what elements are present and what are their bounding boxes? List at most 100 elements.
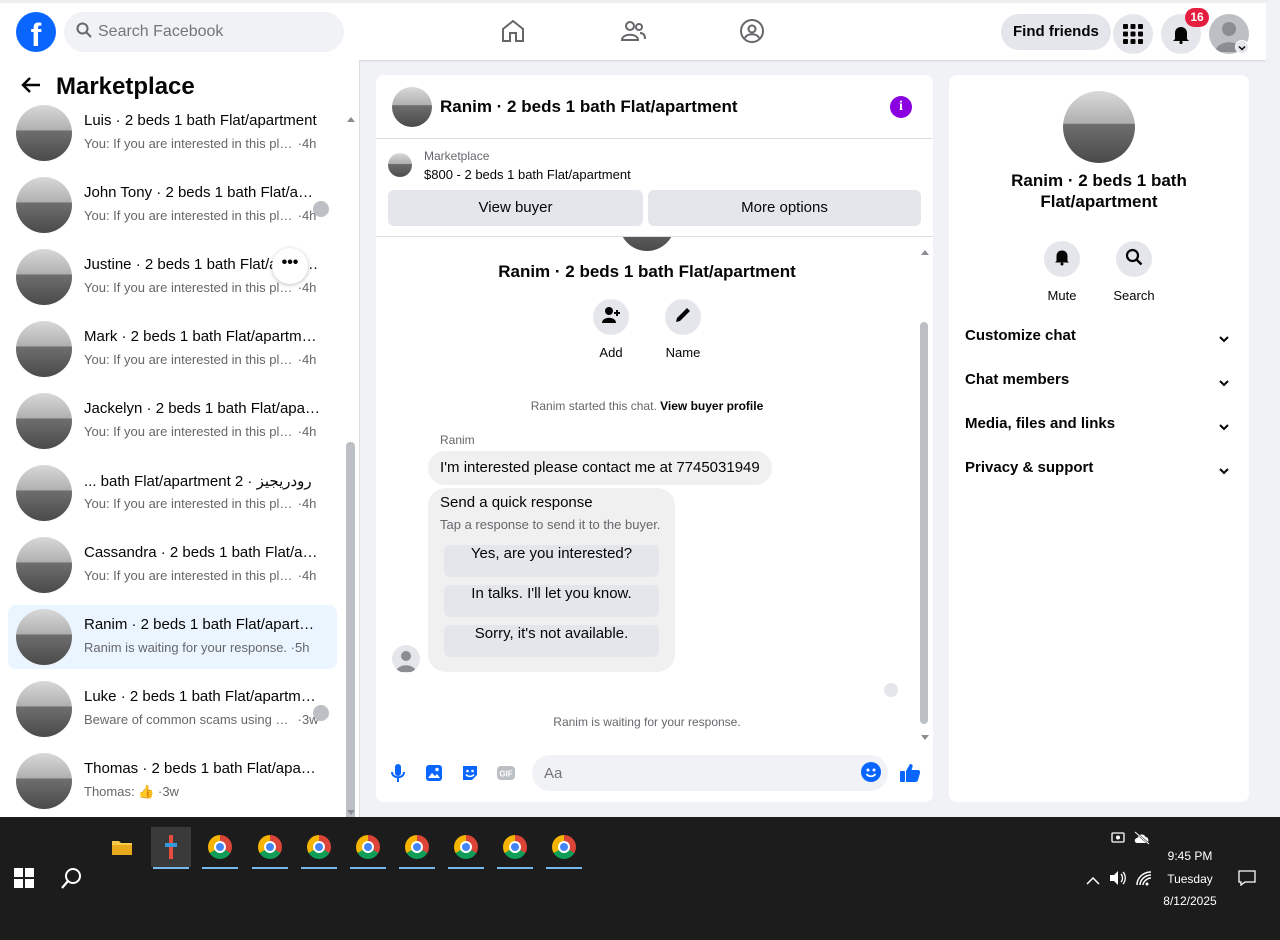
media-files-links-section[interactable]: Media, files and links (965, 409, 1233, 439)
sidebar-scrollbar[interactable] (346, 442, 355, 860)
listing-photo[interactable] (392, 87, 432, 127)
marketplace-label: Marketplace (424, 149, 490, 163)
chevron-down-icon[interactable] (1235, 40, 1249, 54)
separator: · (154, 784, 163, 799)
search-icon (1125, 248, 1143, 271)
sticker-icon[interactable] (459, 762, 481, 784)
file-explorer-icon[interactable] (102, 827, 142, 867)
privacy-support-section[interactable]: Privacy & support (965, 453, 1233, 483)
customize-chat-section[interactable]: Customize chat (965, 321, 1233, 351)
conversation-preview: You: If you are interested in this place… (84, 568, 320, 583)
back-arrow-icon[interactable] (20, 74, 42, 101)
name-action[interactable]: Name (653, 299, 713, 360)
clock-day[interactable]: Tuesday (1150, 872, 1230, 886)
scroll-up-arrow-icon[interactable] (920, 243, 930, 261)
view-buyer-button[interactable]: View buyer (388, 190, 643, 226)
conversation-item[interactable]: John Tony · 2 beds 1 bath Flat/apartment… (8, 173, 337, 237)
clock-date[interactable]: 8/12/2025 (1150, 894, 1230, 908)
conversation-item[interactable]: Mark · 2 beds 1 bath Flat/apartment You: … (8, 317, 337, 381)
chrome-icon[interactable] (397, 827, 437, 869)
quick-response-not-available-button[interactable]: Sorry, it's not available. (444, 625, 659, 657)
listing-thumbnail[interactable] (388, 153, 412, 177)
conversation-item[interactable]: ... bath Flat/apartment 2 · رودريجيز You:… (8, 461, 337, 525)
conversation-item[interactable]: Thomas · 2 beds 1 bath Flat/apartment Tho… (8, 749, 337, 813)
conversation-item[interactable]: Luke · 2 beds 1 bath Flat/apartment Bewar… (8, 677, 337, 741)
quick-response-yes-button[interactable]: Yes, are you interested? (444, 545, 659, 577)
add-action[interactable]: Add (581, 299, 641, 360)
conversation-item[interactable]: Cassandra · 2 beds 1 bath Flat/apartment… (8, 533, 337, 597)
chat-scrollbar[interactable] (920, 322, 928, 724)
more-options-icon[interactable]: ••• (272, 248, 308, 284)
search-input[interactable] (98, 23, 318, 41)
chat-title[interactable]: Ranim · 2 beds 1 bath Flat/apartment (440, 97, 738, 117)
incoming-message-bubble[interactable]: I'm interested please contact me at 7745… (428, 451, 772, 485)
chat-started-notice: Ranim started this chat. View buyer prof… (376, 399, 918, 413)
svg-text:GIF: GIF (499, 770, 512, 779)
menu-grid-icon[interactable] (1113, 14, 1153, 54)
conversation-preview: Thomas: 👍 · 3w (84, 784, 320, 800)
participant-avatar (313, 705, 329, 721)
separator: · (287, 640, 295, 655)
chrome-icon[interactable] (446, 827, 486, 869)
cloud-offline-icon[interactable] (1133, 831, 1151, 850)
chrome-icon[interactable] (299, 827, 339, 869)
photo-icon[interactable] (423, 762, 445, 784)
listing-profile-photo[interactable] (1063, 91, 1135, 163)
conversation-preview: You: If you are interested in this place… (84, 136, 320, 151)
facebook-logo[interactable]: f (16, 12, 56, 52)
preview-text: You: If you are interested in this place… (84, 136, 294, 151)
clock-time[interactable]: 9:45 PM (1150, 849, 1230, 863)
mute-action[interactable]: Mute (1032, 241, 1092, 303)
emoji-icon[interactable] (861, 762, 881, 782)
waiting-notice: Ranim is waiting for your response. (553, 715, 741, 729)
scroll-down-arrow-icon[interactable] (920, 729, 930, 743)
chrome-icon[interactable] (495, 827, 535, 869)
groups-icon[interactable] (738, 17, 766, 45)
conversation-item[interactable]: Ranim · 2 beds 1 bath Flat/apartment Rani… (8, 605, 337, 669)
gif-icon[interactable]: GIF (495, 762, 517, 784)
conversation-preview: You: If you are interested in this place… (84, 424, 320, 439)
conversation-item[interactable]: Jackelyn · 2 beds 1 bath Flat/apartment Y… (8, 389, 337, 453)
listing-thumbnail (16, 177, 72, 233)
listing-thumbnail (16, 609, 72, 665)
home-icon[interactable] (499, 17, 527, 45)
chrome-icon[interactable] (348, 827, 388, 869)
friends-icon[interactable] (619, 17, 647, 45)
more-options-button[interactable]: More options (648, 190, 921, 226)
chevron-up-icon[interactable] (1086, 873, 1100, 891)
listing-price-title[interactable]: $800 - 2 beds 1 bath Flat/apartment (424, 167, 631, 182)
notification-center-icon[interactable] (1238, 870, 1256, 891)
section-label: Customize chat (965, 327, 1076, 344)
thumbs-up-icon[interactable] (899, 762, 921, 784)
windows-taskbar: 9:45 PM Tuesday 8/12/2025 (0, 817, 1280, 940)
listing-thumbnail (16, 249, 72, 305)
chat-members-section[interactable]: Chat members (965, 365, 1233, 395)
windows-start-icon[interactable] (14, 868, 34, 893)
chrome-icon[interactable] (544, 827, 584, 869)
chrome-icon[interactable] (250, 827, 290, 869)
section-label: Privacy & support (965, 459, 1094, 476)
page-scrollbar[interactable] (1266, 0, 1280, 817)
search-box[interactable] (64, 12, 344, 52)
search-label: Search (1113, 288, 1155, 303)
find-friends-button[interactable]: Find friends (1001, 14, 1111, 50)
view-buyer-profile-link[interactable]: View buyer profile (660, 399, 763, 413)
speaker-icon[interactable] (1109, 870, 1127, 891)
scroll-up-arrow-icon[interactable] (346, 110, 356, 128)
listing-thumbnail (16, 393, 72, 449)
chrome-icon[interactable] (200, 827, 240, 869)
search-action[interactable]: Search (1104, 241, 1164, 303)
app-icon[interactable] (151, 827, 191, 869)
taskbar-search-icon[interactable] (61, 867, 83, 894)
info-icon[interactable]: i (890, 96, 912, 118)
conversation-time: 3w (162, 784, 179, 799)
chat-started-text: Ranim started this chat. (530, 399, 657, 413)
preview-text: You: If you are interested in this place… (84, 208, 294, 223)
quick-response-in-talks-button[interactable]: In talks. I'll let you know. (444, 585, 659, 617)
message-input[interactable] (532, 755, 888, 791)
webcam-icon[interactable] (1110, 830, 1126, 851)
conversation-item[interactable]: Luis · 2 beds 1 bath Flat/apartment You: … (8, 101, 337, 165)
separator: · (294, 352, 302, 367)
conversation-title: Jackelyn · 2 beds 1 bath Flat/apartment (84, 400, 320, 417)
microphone-icon[interactable] (387, 762, 409, 784)
